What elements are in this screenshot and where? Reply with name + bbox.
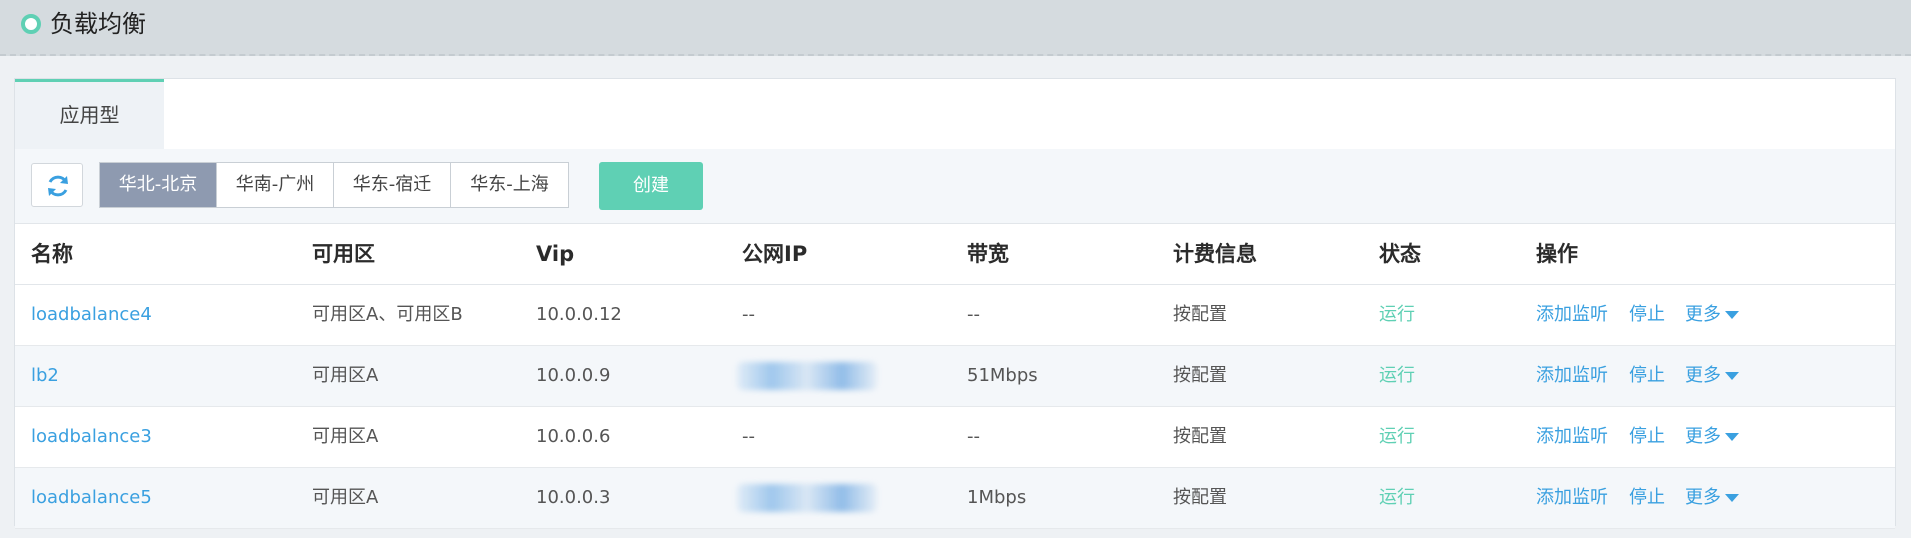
more-label: 更多 (1685, 365, 1721, 386)
table-row: loadbalance5 可用区A 10.0.0.3 1Mbps 按配置 运行 … (15, 468, 1895, 529)
column-header-vip: Vip (536, 242, 575, 266)
create-button[interactable]: 创建 (599, 162, 703, 210)
stop-link[interactable]: 停止 (1629, 285, 1665, 345)
add-listener-link[interactable]: 添加监听 (1536, 285, 1608, 345)
refresh-icon (48, 175, 68, 197)
main-panel: 应用型 华北-北京 华南-广州 华东-宿迁 华东-上海 创建 名称 可用区 Vi… (14, 78, 1896, 529)
more-dropdown[interactable]: 更多 (1685, 346, 1739, 406)
column-header-actions: 操作 (1536, 242, 1578, 266)
column-header-status: 状态 (1379, 242, 1421, 266)
lb-status: 运行 (1379, 487, 1415, 508)
column-header-public-ip: 公网IP (742, 242, 808, 266)
lb-bandwidth: -- (967, 426, 980, 447)
more-label: 更多 (1685, 487, 1721, 508)
redacted-public-ip (737, 484, 877, 512)
lb-billing: 按配置 (1173, 426, 1227, 447)
column-header-zone: 可用区 (312, 242, 375, 266)
lb-vip: 10.0.0.9 (536, 365, 611, 386)
lb-bandwidth: -- (967, 304, 980, 325)
page-header: 负载均衡 (0, 0, 1911, 56)
lb-zone: 可用区A (312, 426, 379, 447)
lb-name-link[interactable]: loadbalance5 (31, 468, 152, 528)
toolbar: 华北-北京 华南-广州 华东-宿迁 华东-上海 创建 (15, 149, 1895, 224)
table-header: 名称 可用区 Vip 公网IP 带宽 计费信息 状态 操作 (15, 224, 1895, 285)
lb-bandwidth: 51Mbps (967, 365, 1038, 386)
table-row: loadbalance4 可用区A、可用区B 10.0.0.12 -- -- 按… (15, 285, 1895, 346)
more-label: 更多 (1685, 304, 1721, 325)
stop-link[interactable]: 停止 (1629, 407, 1665, 467)
lb-zone: 可用区A (312, 487, 379, 508)
add-listener-link[interactable]: 添加监听 (1536, 468, 1608, 528)
lb-name-link[interactable]: loadbalance3 (31, 407, 152, 467)
lb-public-ip: -- (742, 304, 755, 325)
region-guangzhou[interactable]: 华南-广州 (217, 163, 334, 207)
stop-link[interactable]: 停止 (1629, 346, 1665, 406)
column-header-billing: 计费信息 (1173, 242, 1257, 266)
lb-public-ip: -- (742, 426, 755, 447)
redacted-public-ip (737, 362, 877, 390)
page-title: 负载均衡 (50, 10, 146, 38)
refresh-button[interactable] (31, 163, 83, 207)
stop-link[interactable]: 停止 (1629, 468, 1665, 528)
more-label: 更多 (1685, 426, 1721, 447)
lb-vip: 10.0.0.12 (536, 304, 622, 325)
column-header-name: 名称 (31, 242, 73, 266)
caret-down-icon (1725, 433, 1739, 441)
lb-bandwidth: 1Mbps (967, 487, 1027, 508)
more-dropdown[interactable]: 更多 (1685, 407, 1739, 467)
table-row: lb2 可用区A 10.0.0.9 51Mbps 按配置 运行 添加监听 停止 … (15, 346, 1895, 407)
table-row: loadbalance3 可用区A 10.0.0.6 -- -- 按配置 运行 … (15, 407, 1895, 468)
tab-application[interactable]: 应用型 (15, 79, 164, 150)
more-dropdown[interactable]: 更多 (1685, 468, 1739, 528)
lb-status: 运行 (1379, 365, 1415, 386)
more-dropdown[interactable]: 更多 (1685, 285, 1739, 345)
region-beijing[interactable]: 华北-北京 (100, 163, 217, 207)
caret-down-icon (1725, 494, 1739, 502)
region-selector: 华北-北京 华南-广州 华东-宿迁 华东-上海 (99, 162, 569, 208)
lb-vip: 10.0.0.6 (536, 426, 611, 447)
add-listener-link[interactable]: 添加监听 (1536, 407, 1608, 467)
title-circle-icon (21, 14, 41, 34)
lb-name-link[interactable]: loadbalance4 (31, 285, 152, 345)
lb-zone: 可用区A、可用区B (312, 304, 463, 325)
lb-zone: 可用区A (312, 365, 379, 386)
add-listener-link[interactable]: 添加监听 (1536, 346, 1608, 406)
caret-down-icon (1725, 372, 1739, 380)
lb-vip: 10.0.0.3 (536, 487, 611, 508)
tab-strip: 应用型 (15, 79, 1895, 150)
caret-down-icon (1725, 311, 1739, 319)
column-header-bandwidth: 带宽 (967, 242, 1009, 266)
lb-status: 运行 (1379, 304, 1415, 325)
lb-billing: 按配置 (1173, 365, 1227, 386)
lb-name-link[interactable]: lb2 (31, 346, 59, 406)
lb-billing: 按配置 (1173, 304, 1227, 325)
loadbalancer-table: 名称 可用区 Vip 公网IP 带宽 计费信息 状态 操作 loadbalanc… (15, 224, 1895, 529)
region-suqian[interactable]: 华东-宿迁 (334, 163, 451, 207)
region-shanghai[interactable]: 华东-上海 (451, 163, 568, 207)
lb-billing: 按配置 (1173, 487, 1227, 508)
lb-status: 运行 (1379, 426, 1415, 447)
